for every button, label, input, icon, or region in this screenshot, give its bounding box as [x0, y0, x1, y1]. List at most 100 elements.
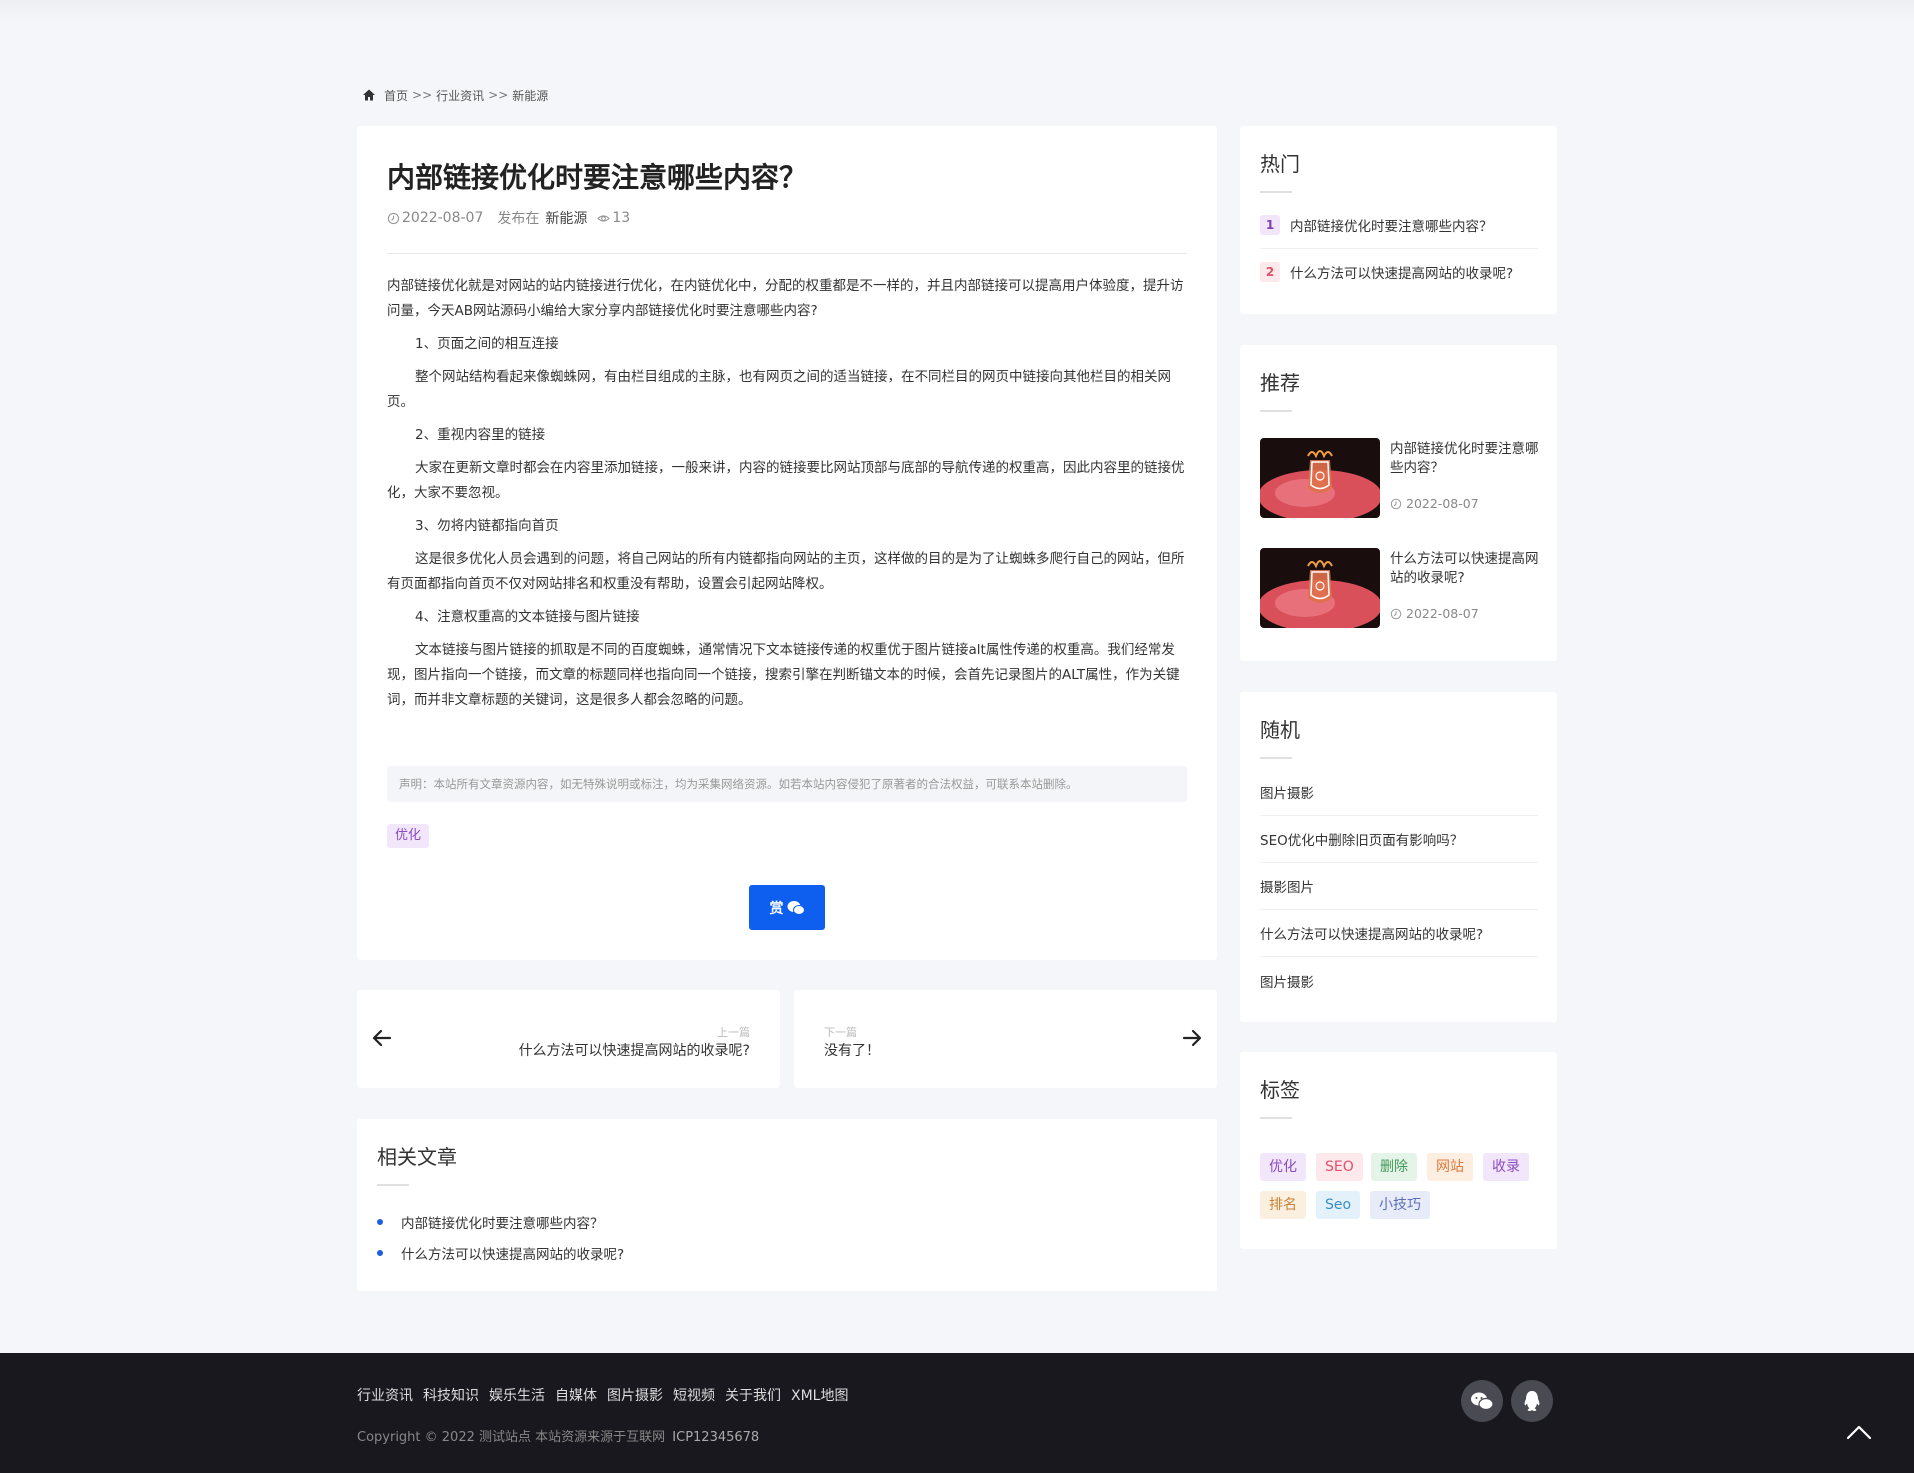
- breadcrumb-separator: >>: [488, 88, 509, 102]
- next-post-title[interactable]: 没有了！: [824, 1040, 880, 1060]
- thumbnail-image[interactable]: [1260, 438, 1380, 518]
- footer-link[interactable]: 短视频: [673, 1385, 715, 1405]
- tags-card: 标签 优化 SEO 删除 网站 收录 排名 Seo 小技巧: [1240, 1052, 1557, 1249]
- random-item[interactable]: 图片摄影: [1260, 769, 1538, 816]
- prev-post-title[interactable]: 什么方法可以快速提高网站的收录呢?: [519, 1040, 750, 1060]
- hot-rank-badge: 1: [1260, 215, 1280, 235]
- breadcrumb-category-link[interactable]: 行业资讯: [436, 87, 484, 104]
- recommend-date-text: 2022-08-07: [1406, 496, 1479, 511]
- random-item[interactable]: 摄影图片: [1260, 863, 1538, 910]
- bullet-icon: [377, 1250, 383, 1256]
- recommend-heading: 推荐: [1260, 371, 1300, 395]
- footer-link[interactable]: 娱乐生活: [489, 1385, 545, 1405]
- article-meta: 2022-08-07 发布在 新能源 13: [387, 208, 630, 228]
- thumbnail-image[interactable]: [1260, 548, 1380, 628]
- hot-item-title[interactable]: 什么方法可以快速提高网站的收录呢?: [1290, 262, 1513, 282]
- tag-chip[interactable]: SEO: [1316, 1153, 1363, 1181]
- hot-item-title[interactable]: 内部链接优化时要注意哪些内容？: [1290, 215, 1493, 235]
- hot-item[interactable]: 2 什么方法可以快速提高网站的收录呢?: [1260, 249, 1538, 295]
- random-item[interactable]: SEO优化中删除旧页面有影响吗？: [1260, 816, 1538, 863]
- tag-chip[interactable]: 优化: [1260, 1153, 1306, 1181]
- reward-label: 赏: [769, 900, 784, 917]
- divider: [377, 1184, 409, 1186]
- published-in-label: 发布在: [497, 211, 540, 227]
- related-item-title[interactable]: 什么方法可以快速提高网站的收录呢?: [401, 1243, 624, 1263]
- recommend-item-title[interactable]: 什么方法可以快速提高网站的收录呢?: [1390, 550, 1540, 588]
- prev-post-card[interactable]: 上一篇 什么方法可以快速提高网站的收录呢?: [357, 990, 780, 1088]
- breadcrumb-home-link[interactable]: 首页: [384, 87, 408, 104]
- divider: [1260, 410, 1292, 412]
- copyright: Copyright © 2022 测试站点 本站资源来源于互联网 ICP1234…: [357, 1426, 759, 1445]
- article-paragraph: 整个网站结构看起来像蜘蛛网，有由栏目组成的主脉，也有网页之间的适当链接，在不同栏…: [387, 369, 1171, 410]
- next-post-card[interactable]: 下一篇 没有了！: [794, 990, 1217, 1088]
- reward-button[interactable]: 赏: [749, 885, 825, 930]
- hot-item[interactable]: 1 内部链接优化时要注意哪些内容？: [1260, 202, 1538, 248]
- random-card: 随机 图片摄影 SEO优化中删除旧页面有影响吗？ 摄影图片 什么方法可以快速提高…: [1240, 692, 1557, 1022]
- article-views: 13: [612, 210, 631, 226]
- copyright-text: Copyright © 2022 测试站点 本站资源来源于互联网: [357, 1430, 666, 1445]
- tag-chip[interactable]: 小技巧: [1370, 1191, 1430, 1219]
- recommend-item-date: 2022-08-07: [1390, 496, 1479, 511]
- icp-link[interactable]: ICP12345678: [672, 1430, 759, 1445]
- article-subheading: 4、注意权重高的文本链接与图片链接: [415, 609, 640, 625]
- divider: [1260, 757, 1292, 759]
- article-date: 2022-08-07: [402, 210, 484, 226]
- breadcrumb-current[interactable]: 新能源: [512, 87, 548, 104]
- clock-icon: [1390, 608, 1402, 619]
- related-item-title[interactable]: 内部链接优化时要注意哪些内容？: [401, 1212, 604, 1232]
- footer-link[interactable]: 科技知识: [423, 1385, 479, 1405]
- divider: [1260, 1117, 1292, 1119]
- next-label: 下一篇: [824, 1026, 857, 1039]
- tag-chip[interactable]: 网站: [1427, 1153, 1473, 1181]
- footer-link[interactable]: XML地图: [791, 1385, 848, 1405]
- article-category-link[interactable]: 新能源: [545, 208, 587, 228]
- recommend-date-text: 2022-08-07: [1406, 606, 1479, 621]
- top-bar: [0, 0, 1914, 20]
- tag-chip[interactable]: 排名: [1260, 1191, 1306, 1219]
- random-item[interactable]: 图片摄影: [1260, 957, 1538, 1004]
- clock-icon: [387, 212, 400, 224]
- qq-button[interactable]: [1511, 1380, 1553, 1422]
- tag-chip[interactable]: 删除: [1371, 1153, 1417, 1181]
- clock-icon: [1390, 498, 1402, 509]
- footer-link[interactable]: 行业资讯: [357, 1385, 413, 1405]
- random-item[interactable]: 什么方法可以快速提高网站的收录呢?: [1260, 910, 1538, 957]
- footer-link[interactable]: 关于我们: [725, 1385, 781, 1405]
- article-subheading: 3、勿将内链都指向首页: [415, 518, 559, 534]
- article-subheading: 2、重视内容里的链接: [415, 427, 546, 443]
- random-heading: 随机: [1260, 718, 1300, 742]
- divider: [387, 253, 1187, 254]
- recommend-item[interactable]: 内部链接优化时要注意哪些内容？ 2022-08-07: [1260, 438, 1540, 520]
- recommend-item-date: 2022-08-07: [1390, 606, 1479, 621]
- prev-label: 上一篇: [717, 1026, 750, 1039]
- article-title: 内部链接优化时要注意哪些内容？: [387, 161, 808, 194]
- wechat-button[interactable]: [1461, 1380, 1503, 1422]
- qq-icon: [1524, 1391, 1540, 1411]
- footer: 行业资讯 科技知识 娱乐生活 自媒体 图片摄影 短视频 关于我们 XML地图 C…: [0, 1353, 1914, 1473]
- article-body: 内部链接优化就是对网站的站内链接进行优化，在内链优化中，分配的权重都是不一样的，…: [387, 274, 1187, 721]
- bullet-icon: [377, 1219, 383, 1225]
- breadcrumb: 首页 >> 行业资讯 >> 新能源: [362, 86, 552, 104]
- article-paragraph: 内部链接优化就是对网站的站内链接进行优化，在内链优化中，分配的权重都是不一样的，…: [387, 278, 1184, 319]
- back-to-top-button[interactable]: [1832, 1405, 1886, 1459]
- home-icon[interactable]: [362, 88, 376, 102]
- tag-chip[interactable]: Seo: [1316, 1191, 1361, 1219]
- article-tag[interactable]: 优化: [387, 824, 430, 848]
- footer-link[interactable]: 图片摄影: [607, 1385, 663, 1405]
- recommend-item-title[interactable]: 内部链接优化时要注意哪些内容？: [1390, 440, 1540, 478]
- recommend-item[interactable]: 什么方法可以快速提高网站的收录呢? 2022-08-07: [1260, 548, 1540, 630]
- wechat-icon: [787, 900, 805, 915]
- tag-chip[interactable]: 收录: [1483, 1153, 1529, 1181]
- copyright-notice: 声明：本站所有文章资源内容，如无特殊说明或标注，均为采集网络资源。如若本站内容侵…: [387, 766, 1187, 802]
- article-paragraph: 大家在更新文章时都会在内容里添加链接，一般来讲，内容的链接要比网站顶部与底部的导…: [387, 460, 1185, 501]
- hot-rank-badge: 2: [1260, 262, 1280, 282]
- related-item[interactable]: 什么方法可以快速提高网站的收录呢?: [377, 1243, 624, 1263]
- breadcrumb-separator: >>: [412, 88, 433, 102]
- wechat-icon: [1471, 1392, 1494, 1411]
- related-articles-card: 相关文章 内部链接优化时要注意哪些内容？ 什么方法可以快速提高网站的收录呢?: [357, 1119, 1217, 1291]
- footer-link[interactable]: 自媒体: [555, 1385, 597, 1405]
- related-item[interactable]: 内部链接优化时要注意哪些内容？: [377, 1212, 604, 1232]
- related-heading: 相关文章: [377, 1145, 457, 1169]
- footer-nav: 行业资讯 科技知识 娱乐生活 自媒体 图片摄影 短视频 关于我们 XML地图: [357, 1385, 858, 1405]
- article-paragraph: 这是很多优化人员会遇到的问题，将自己网站的所有内链都指向网站的主页，这样做的目的…: [387, 551, 1185, 592]
